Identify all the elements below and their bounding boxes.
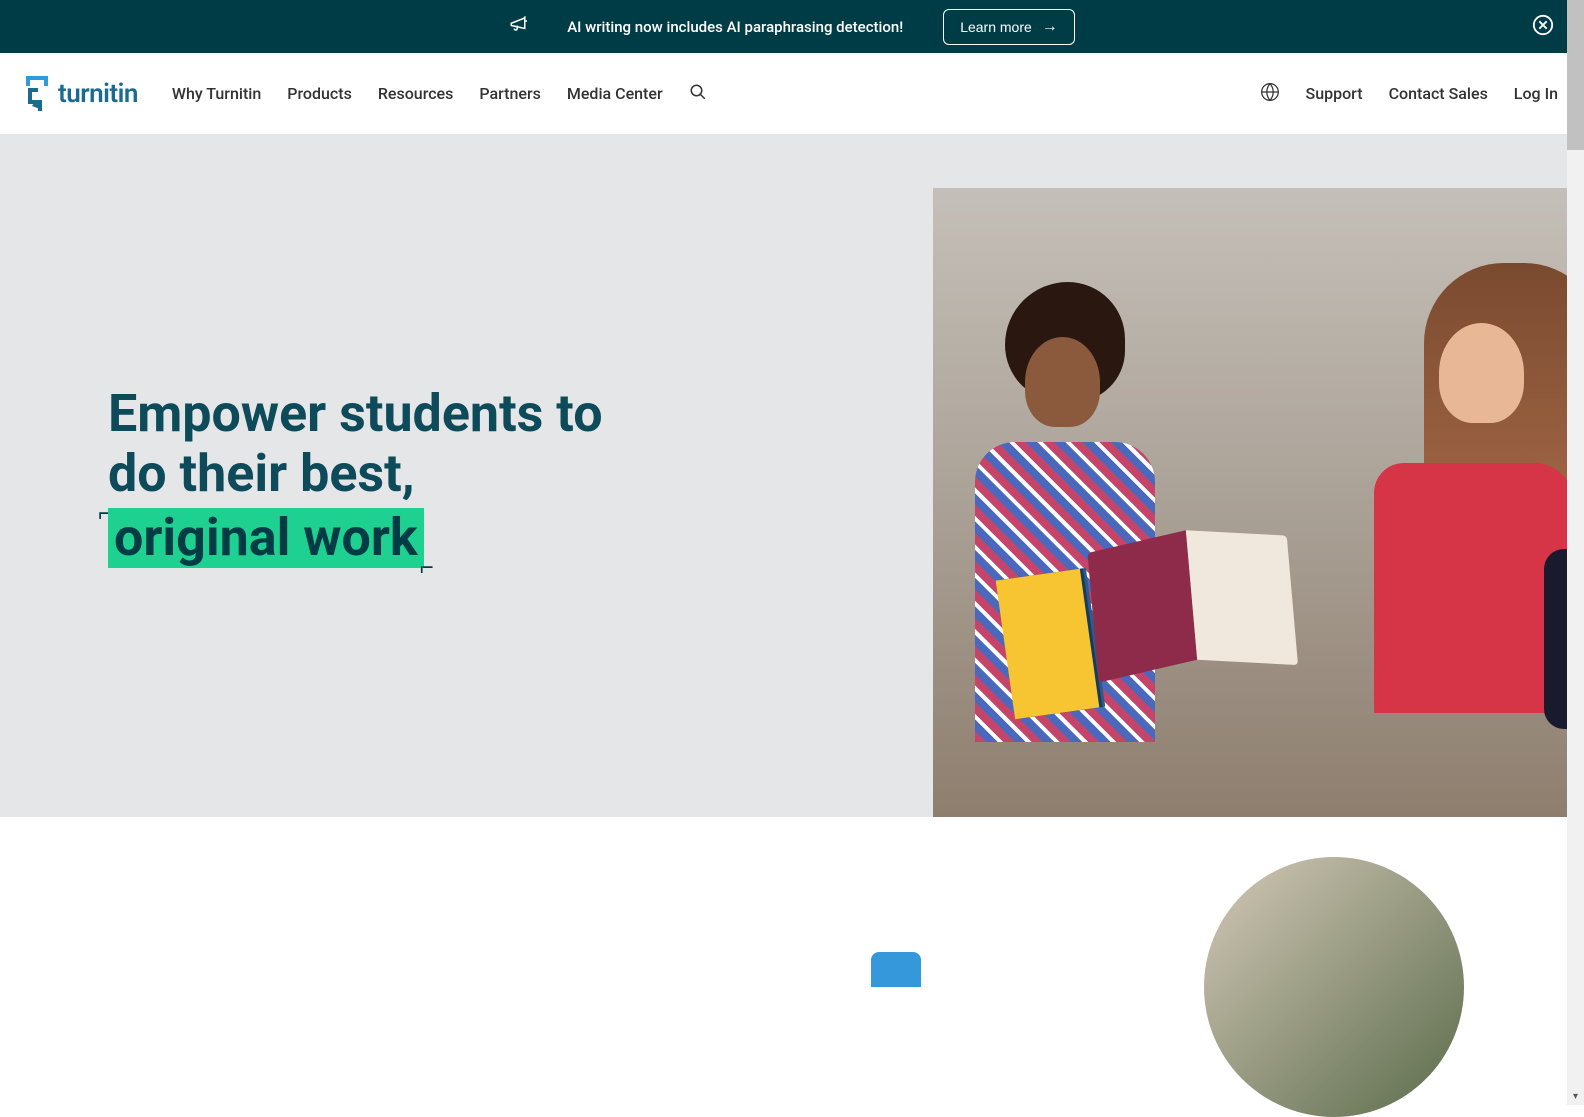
hero-section: Empower students to do their best, ⌐ ori…	[0, 135, 1584, 817]
hero-title: Empower students to do their best, ⌐ ori…	[108, 384, 603, 567]
hero-title-line2: do their best,	[108, 444, 603, 504]
arrow-right-icon: →	[1042, 18, 1058, 36]
scrollbar[interactable]: ▾	[1567, 0, 1584, 1105]
circular-image-preview	[1204, 857, 1464, 1117]
logo-link[interactable]: turnitin	[26, 76, 138, 111]
learn-more-label: Learn more	[960, 19, 1032, 35]
nav-products[interactable]: Products	[287, 84, 352, 103]
nav-media-center[interactable]: Media Center	[567, 84, 663, 103]
nav-contact-sales[interactable]: Contact Sales	[1389, 84, 1488, 103]
nav-why-turnitin[interactable]: Why Turnitin	[172, 84, 261, 103]
logo-text: turnitin	[58, 79, 138, 109]
globe-icon	[1260, 82, 1280, 102]
scrollbar-arrow-down-icon[interactable]: ▾	[1567, 1088, 1584, 1105]
language-selector[interactable]	[1260, 82, 1280, 106]
nav-partners[interactable]: Partners	[479, 84, 541, 103]
close-banner-button[interactable]	[1532, 14, 1554, 40]
hero-highlight: original work	[108, 508, 424, 568]
close-icon	[1532, 14, 1554, 36]
nav-resources[interactable]: Resources	[378, 84, 454, 103]
search-icon	[689, 83, 707, 101]
nav-right-group: Support Contact Sales Log In	[1260, 82, 1558, 106]
highlight-wrapper: ⌐ original work ⌐	[108, 508, 424, 568]
hero-person-right	[1272, 263, 1584, 779]
scrollbar-thumb[interactable]	[1567, 0, 1584, 150]
announcement-banner: AI writing now includes AI paraphrasing …	[0, 0, 1584, 53]
decorative-shape	[871, 952, 921, 987]
main-navigation: turnitin Why Turnitin Products Resources…	[0, 53, 1584, 135]
learn-more-button[interactable]: Learn more →	[943, 9, 1075, 45]
logo-icon	[26, 76, 54, 111]
announcement-text: AI writing now includes AI paraphrasing …	[567, 18, 903, 36]
hero-open-book	[1087, 529, 1299, 696]
nav-left-group: Why Turnitin Products Resources Partners…	[172, 83, 707, 105]
hero-image	[933, 188, 1584, 817]
bracket-bottom-right-icon: ⌐	[420, 554, 434, 582]
hero-text-area: Empower students to do their best, ⌐ ori…	[0, 135, 933, 817]
hero-title-line1: Empower students to	[108, 384, 603, 444]
nav-login[interactable]: Log In	[1514, 84, 1558, 103]
secondary-section	[0, 817, 1584, 997]
nav-support[interactable]: Support	[1306, 84, 1363, 103]
megaphone-icon	[509, 15, 527, 38]
search-button[interactable]	[689, 83, 707, 105]
